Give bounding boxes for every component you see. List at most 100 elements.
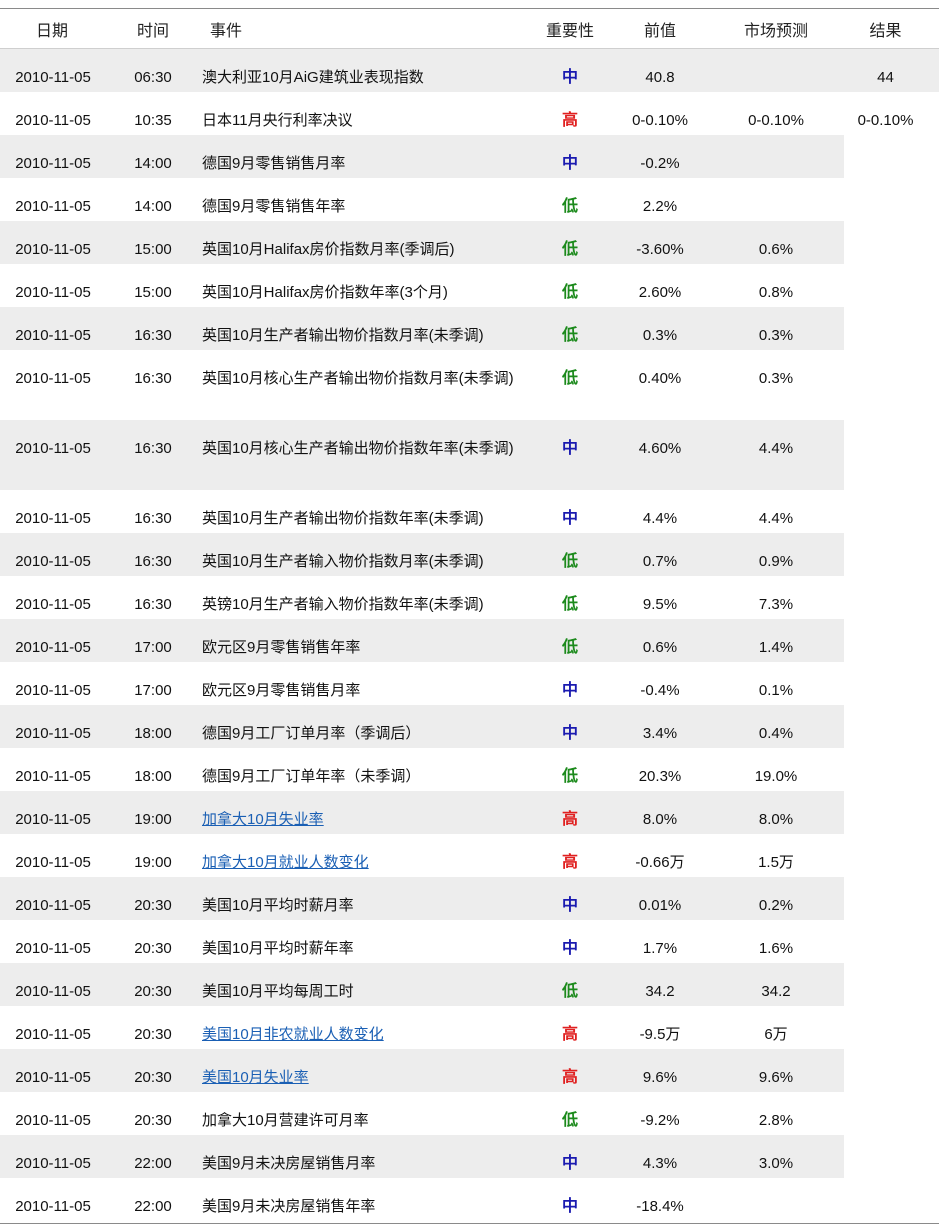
row-time: 20:30 [134, 1026, 172, 1043]
header-result: 结果 [869, 22, 902, 40]
row-result [832, 1178, 939, 1207]
row-event: 英国10月生产者输出物价指数年率(未季调) [202, 510, 484, 527]
table-row: 2010-11-05 15:00 英国10月Halifax房价指数年率(3个月) 低 2… [0, 264, 939, 307]
row-result [832, 619, 939, 648]
table-row: 2010-11-05 16:30 英国10月核心生产者输出物价指数年率(未季调) 中 4… [0, 420, 939, 490]
header-previous: 前值 [643, 22, 676, 40]
importance-badge: 低 [561, 198, 578, 215]
row-time: 20:30 [134, 1069, 172, 1086]
row-date: 2010-11-05 [15, 1198, 91, 1215]
row-result [832, 1006, 939, 1035]
row-time: 20:30 [134, 1112, 172, 1129]
row-event: 英国10月核心生产者输出物价指数年率(未季调) [202, 440, 514, 457]
row-forecast: 9.6% [758, 1069, 794, 1086]
table-row: 2010-11-05 18:00 德国9月工厂订单年率（未季调） 低 20.3% 19.0… [0, 748, 939, 791]
event-link[interactable]: 加拿大10月就业人数变化 [202, 854, 369, 871]
row-previous: 0-0.10% [632, 112, 688, 129]
row-date: 2010-11-05 [15, 725, 91, 742]
table-row: 2010-11-05 14:00 德国9月零售销售年率 低 2.2% [0, 178, 939, 221]
row-previous: 34.2 [645, 983, 675, 1000]
row-time: 10:35 [134, 112, 172, 129]
row-time: 15:00 [134, 241, 172, 258]
importance-badge: 中 [561, 1155, 578, 1172]
clipped-top-strip [0, 0, 939, 8]
row-date: 2010-11-05 [15, 1026, 91, 1043]
row-result [832, 748, 939, 777]
row-event: 加拿大10月就业人数变化 [202, 834, 540, 878]
importance-badge: 中 [561, 69, 578, 86]
table-body: 2010-11-05 06:30 澳大利亚10月AiG建筑业表现指数中 40.8 44 2… [0, 49, 939, 1223]
row-forecast [720, 135, 832, 164]
row-event: 加拿大10月失业率 [202, 791, 540, 835]
row-time: 16:30 [134, 370, 172, 387]
row-previous: 3.4% [642, 725, 678, 742]
table-row: 2010-11-05 18:00 德国9月工厂订单月率（季调后） 中 3.4% 0.4% [0, 705, 939, 748]
table-header: 日期 时间 事件 重要性 前值 市场预测 结果 [0, 9, 939, 49]
importance-badge: 高 [561, 112, 578, 129]
row-event: 英镑10月生产者输入物价指数年率(未季调) [202, 596, 484, 613]
row-result [832, 576, 939, 605]
row-event: 欧元区9月零售销售年率 [202, 639, 361, 656]
row-result [832, 963, 939, 992]
row-date: 2010-11-05 [15, 510, 91, 527]
event-link[interactable]: 加拿大10月失业率 [202, 811, 324, 828]
row-time: 17:00 [134, 639, 172, 656]
table-row: 2010-11-05 17:00 欧元区9月零售销售月率 中 -0.4% 0.1% [0, 662, 939, 705]
importance-badge: 中 [561, 940, 578, 957]
row-event: 英国10月生产者输入物价指数月率(未季调) [202, 553, 484, 570]
row-time: 14:00 [134, 198, 172, 215]
row-date: 2010-11-05 [15, 596, 91, 613]
row-date: 2010-11-05 [15, 112, 91, 129]
row-date: 2010-11-05 [15, 1155, 91, 1172]
importance-badge: 低 [561, 983, 578, 1000]
row-date: 2010-11-05 [15, 553, 91, 570]
row-time: 17:00 [134, 682, 172, 699]
row-result [832, 307, 939, 336]
row-result: 0-0.10% [857, 112, 914, 129]
row-result [832, 533, 939, 562]
row-time: 20:30 [134, 940, 172, 957]
table-row: 2010-11-05 16:30 英国10月生产者输出物价指数月率(未季调) 低 0.3… [0, 307, 939, 350]
importance-badge: 中 [561, 510, 578, 527]
row-forecast: 0.1% [758, 682, 794, 699]
economic-calendar: 日期 时间 事件 重要性 前值 市场预测 结果 2010-11-05 06:30 澳… [0, 8, 939, 1224]
table-row: 2010-11-05 14:00 德国9月零售销售月率 中 -0.2% [0, 135, 939, 178]
header-forecast: 市场预测 [743, 22, 808, 40]
row-date: 2010-11-05 [15, 241, 91, 258]
importance-badge: 中 [561, 1198, 578, 1215]
row-forecast: 0.9% [758, 553, 794, 570]
row-date: 2010-11-05 [15, 897, 91, 914]
table-row: 2010-11-05 15:00 英国10月Halifax房价指数月率(季调后) 低 -… [0, 221, 939, 264]
row-time: 22:00 [134, 1198, 172, 1215]
row-date: 2010-11-05 [15, 370, 91, 387]
row-date: 2010-11-05 [15, 327, 91, 344]
event-link[interactable]: 美国10月失业率 [202, 1069, 309, 1086]
row-forecast: 8.0% [758, 811, 794, 828]
row-date: 2010-11-05 [15, 811, 91, 828]
row-result [832, 877, 939, 906]
row-forecast: 6万 [764, 1026, 788, 1043]
row-event: 美国9月未决房屋销售年率 [202, 1198, 376, 1215]
importance-badge: 高 [561, 1069, 578, 1086]
event-link[interactable]: 美国10月非农就业人数变化 [202, 1026, 384, 1043]
row-date: 2010-11-05 [15, 284, 91, 301]
importance-badge: 高 [561, 1026, 578, 1043]
row-previous: -0.4% [640, 682, 680, 699]
row-forecast: 3.0% [758, 1155, 794, 1172]
importance-badge: 中 [561, 155, 578, 172]
importance-badge: 低 [561, 284, 578, 301]
row-forecast: 4.4% [758, 440, 794, 457]
row-previous: 8.0% [642, 811, 678, 828]
importance-badge: 高 [561, 811, 578, 828]
row-forecast: 1.4% [758, 639, 794, 656]
row-event: 欧元区9月零售销售月率 [202, 682, 361, 699]
row-time: 18:00 [134, 725, 172, 742]
row-date: 2010-11-05 [15, 1069, 91, 1086]
table-row: 2010-11-05 19:00 加拿大10月就业人数变化 高 -0.66万 1.5万 [0, 834, 939, 877]
row-previous: 1.7% [642, 940, 678, 957]
row-previous: -3.60% [636, 241, 684, 258]
row-event: 德国9月零售销售年率 [202, 198, 346, 215]
row-previous: -18.4% [636, 1198, 684, 1215]
table-row: 2010-11-05 22:00 美国9月未决房屋销售月率 中 4.3% 3.0% [0, 1135, 939, 1178]
row-event: 德国9月工厂订单月率（季调后） [202, 725, 421, 742]
